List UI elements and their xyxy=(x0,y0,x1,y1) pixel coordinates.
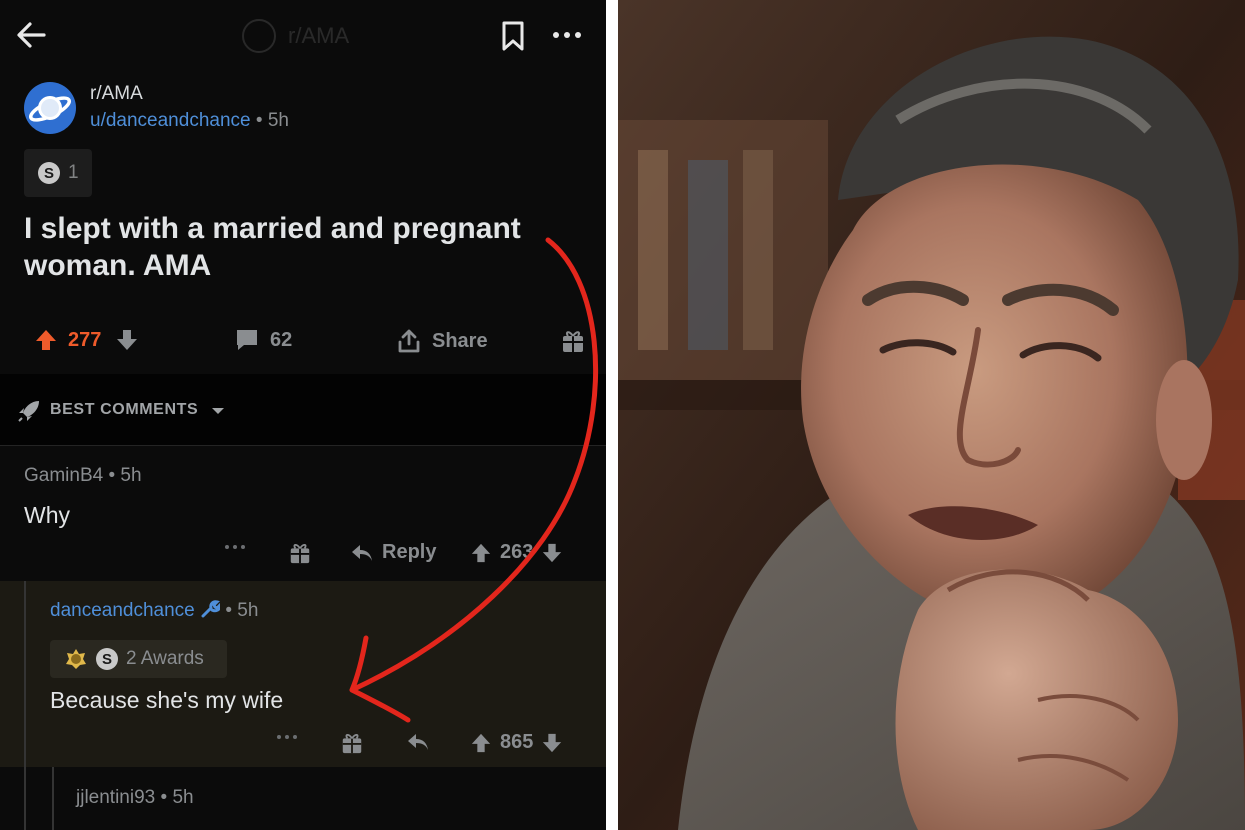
post-author-line: u/danceandchance • 5h xyxy=(90,110,289,132)
downvote-icon[interactable] xyxy=(115,328,139,352)
comment-awards[interactable]: S 2 Awards xyxy=(50,640,227,678)
reply-icon xyxy=(408,734,428,750)
thread-line[interactable] xyxy=(52,767,54,830)
wrench-icon xyxy=(201,600,222,618)
subreddit-name[interactable]: r/AMA xyxy=(90,83,143,105)
comment-author[interactable]: jjlentini93 xyxy=(76,787,155,808)
post-age: 5h xyxy=(267,110,289,131)
top-bar: r/AMA xyxy=(0,0,606,72)
rocket-icon xyxy=(18,401,39,422)
vote-group: 277 xyxy=(34,328,139,352)
caret-down-icon xyxy=(212,408,224,414)
comment-icon xyxy=(237,330,257,350)
comment-score: 263 xyxy=(500,541,534,563)
comment-more-button[interactable] xyxy=(224,543,246,551)
silver-coin-icon: S xyxy=(38,162,60,184)
more-icon xyxy=(277,735,297,739)
upvote-icon[interactable] xyxy=(470,542,492,564)
comment-age: 5h xyxy=(172,787,194,808)
reaction-photo xyxy=(618,0,1245,830)
comment-gift-button[interactable] xyxy=(340,731,364,755)
reply-button[interactable] xyxy=(406,731,430,753)
downvote-icon[interactable] xyxy=(541,732,563,754)
bookmark-icon[interactable] xyxy=(498,20,528,52)
comment-author[interactable]: GaminB4 xyxy=(24,465,103,486)
share-icon xyxy=(398,329,420,353)
downvote-icon[interactable] xyxy=(541,542,563,564)
gold-award-icon xyxy=(66,649,86,669)
share-button[interactable]: Share xyxy=(396,328,488,354)
gift-icon xyxy=(290,544,310,564)
man-pointing-illustration xyxy=(618,0,1245,830)
comment-more-button[interactable] xyxy=(276,733,298,741)
awards-label: 2 Awards xyxy=(126,648,204,669)
comment-author[interactable]: danceandchance xyxy=(50,600,195,621)
panel-divider xyxy=(606,0,618,830)
faint-subreddit-title: r/AMA xyxy=(242,18,349,54)
separator-dot: • xyxy=(225,600,238,621)
share-label: Share xyxy=(432,329,488,352)
comment-body: Why xyxy=(24,502,70,528)
upvote-icon[interactable] xyxy=(470,732,492,754)
comment-meta: GaminB4 • 5h xyxy=(24,465,142,487)
comment-meta: jjlentini93 • 5h xyxy=(76,787,194,809)
more-icon xyxy=(225,545,245,549)
sort-bar[interactable]: BEST COMMENTS xyxy=(0,374,606,446)
comment-age: 5h xyxy=(237,600,259,621)
separator-dot: • xyxy=(108,465,121,486)
faint-subreddit-label: r/AMA xyxy=(288,23,350,48)
thread-line[interactable] xyxy=(24,767,26,830)
separator-dot: • xyxy=(160,787,173,808)
award-count: 1 xyxy=(68,162,79,183)
comment-actions: 865 xyxy=(0,729,606,763)
separator-dot: • xyxy=(255,110,268,131)
post-author[interactable]: u/danceandchance xyxy=(90,110,251,131)
reply-label: Reply xyxy=(382,541,437,563)
upvote-count: 277 xyxy=(68,328,102,351)
upvote-icon[interactable] xyxy=(34,328,58,352)
comment-item: GaminB4 • 5h Why Reply 263 xyxy=(0,447,606,581)
comment-vote-group: 865 xyxy=(470,731,563,754)
comment-meta: danceandchance • 5h xyxy=(50,599,258,622)
more-icon[interactable] xyxy=(550,24,584,46)
subreddit-avatar[interactable] xyxy=(24,82,76,134)
back-arrow-icon[interactable] xyxy=(14,18,48,52)
comment-body: Because she's my wife xyxy=(50,687,284,713)
comment-button[interactable]: 62 xyxy=(234,328,292,352)
comment-score: 865 xyxy=(500,731,534,753)
gift-button[interactable] xyxy=(560,328,586,354)
sort-label: BEST COMMENTS xyxy=(50,401,199,418)
silver-coin-icon: S xyxy=(96,648,118,670)
gift-icon xyxy=(342,734,362,754)
post-awards[interactable]: S 1 xyxy=(24,149,92,197)
post-title: I slept with a married and pregnant woma… xyxy=(24,212,521,282)
planet-icon xyxy=(28,96,72,122)
reply-icon xyxy=(352,544,372,561)
comment-vote-group: 263 xyxy=(470,541,563,564)
comment-actions: Reply 263 xyxy=(0,539,606,573)
gift-icon xyxy=(563,331,583,352)
comment-age: 5h xyxy=(120,465,142,486)
comment-gift-button[interactable] xyxy=(288,541,312,565)
op-reply-comment: danceandchance • 5h S 2 Awards Because s… xyxy=(0,581,606,767)
reddit-post-screen: r/AMA r/AMA u/danceandchance • 5h S 1 I … xyxy=(0,0,606,830)
reply-button[interactable]: Reply xyxy=(350,541,436,564)
faint-planet-icon xyxy=(242,19,276,53)
comment-count: 62 xyxy=(270,328,293,351)
post-action-bar: 277 62 Share xyxy=(0,318,606,364)
comment-item: jjlentini93 • 5h xyxy=(0,767,606,830)
